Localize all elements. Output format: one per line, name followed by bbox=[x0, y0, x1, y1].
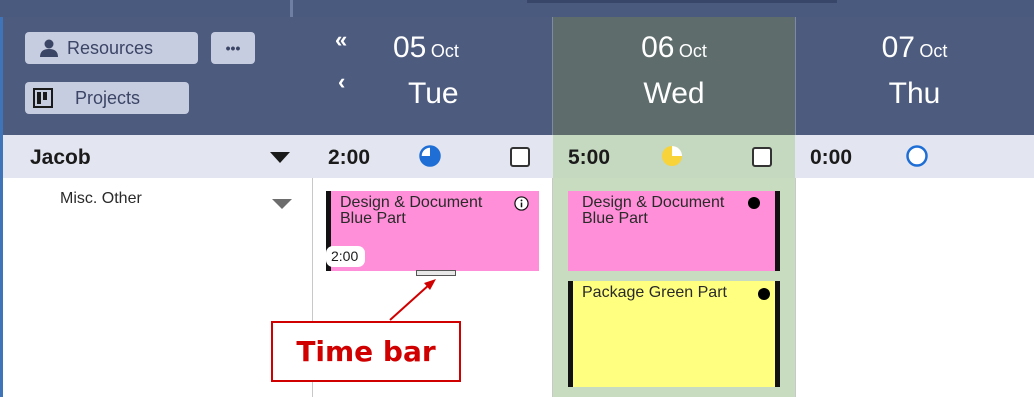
day-checkbox-wed[interactable] bbox=[752, 147, 772, 167]
left-panel: Resources ••• Projects bbox=[0, 17, 313, 135]
column-divider bbox=[795, 178, 796, 397]
day-header-tue[interactable]: « ‹ 05 Oct Tue bbox=[313, 17, 553, 135]
day-checkbox-tue[interactable] bbox=[510, 147, 530, 167]
subrow-label: Misc. Other bbox=[60, 190, 142, 207]
task-card[interactable]: Design & Document Blue Part 2:00 bbox=[326, 191, 539, 271]
task-card[interactable]: Design & Document Blue Part bbox=[568, 191, 780, 271]
day-month: Oct bbox=[678, 41, 707, 61]
day-number: 05 bbox=[393, 31, 427, 64]
day-number: 07 bbox=[881, 31, 915, 64]
resources-button[interactable]: Resources bbox=[25, 32, 198, 64]
task-right-bar bbox=[775, 281, 780, 387]
day-month: Oct bbox=[919, 41, 948, 61]
task-title: Design & Document Blue Part bbox=[582, 194, 725, 227]
previous-page-button[interactable]: ‹ bbox=[338, 69, 345, 95]
day-month: Oct bbox=[430, 41, 459, 61]
day-number: 06 bbox=[641, 31, 675, 64]
day-total-thu: 0:00 bbox=[810, 146, 853, 169]
strip-divider bbox=[290, 0, 293, 17]
day-total-wed: 5:00 bbox=[568, 146, 611, 169]
info-icon[interactable] bbox=[514, 196, 529, 215]
load-pie-icon bbox=[660, 144, 684, 173]
task-title: Design & Document Blue Part bbox=[340, 194, 483, 227]
load-pie-icon bbox=[418, 144, 442, 173]
day-header-thu[interactable]: 07 Oct Thu bbox=[795, 17, 1034, 135]
strip-highlight bbox=[527, 0, 837, 3]
subrow-collapse-icon[interactable] bbox=[272, 197, 292, 215]
task-card[interactable]: Package Green Part bbox=[568, 281, 780, 387]
projects-button[interactable]: Projects bbox=[25, 82, 189, 114]
task-left-bar bbox=[568, 281, 573, 387]
projects-label: Projects bbox=[75, 87, 141, 108]
header-divider bbox=[552, 17, 553, 135]
load-circle-icon bbox=[905, 144, 929, 173]
resource-name: Jacob bbox=[30, 146, 91, 169]
time-badge: 2:00 bbox=[326, 246, 366, 267]
header-divider bbox=[795, 17, 796, 135]
task-title: Package Green Part bbox=[582, 284, 727, 301]
status-dot-icon bbox=[758, 288, 770, 300]
person-icon bbox=[39, 39, 59, 57]
column-divider bbox=[552, 178, 553, 397]
annotation-label: Time bar bbox=[271, 321, 461, 382]
day-name: Wed bbox=[643, 77, 705, 110]
top-strip bbox=[0, 0, 1034, 17]
day-total-tue: 2:00 bbox=[328, 146, 371, 169]
left-edge-accent bbox=[0, 135, 3, 397]
first-page-button[interactable]: « bbox=[335, 27, 347, 53]
day-name: Thu bbox=[888, 77, 941, 110]
status-dot-icon bbox=[748, 197, 760, 209]
resource-collapse-icon[interactable] bbox=[270, 151, 290, 169]
task-right-bar bbox=[775, 191, 780, 271]
more-options-button[interactable]: ••• bbox=[211, 32, 255, 64]
day-header-wed[interactable]: 06 Oct Wed bbox=[553, 17, 795, 135]
day-name: Tue bbox=[408, 77, 459, 110]
project-gantt-icon bbox=[33, 88, 53, 108]
more-options-label: ••• bbox=[225, 40, 241, 56]
resources-label: Resources bbox=[67, 37, 154, 58]
